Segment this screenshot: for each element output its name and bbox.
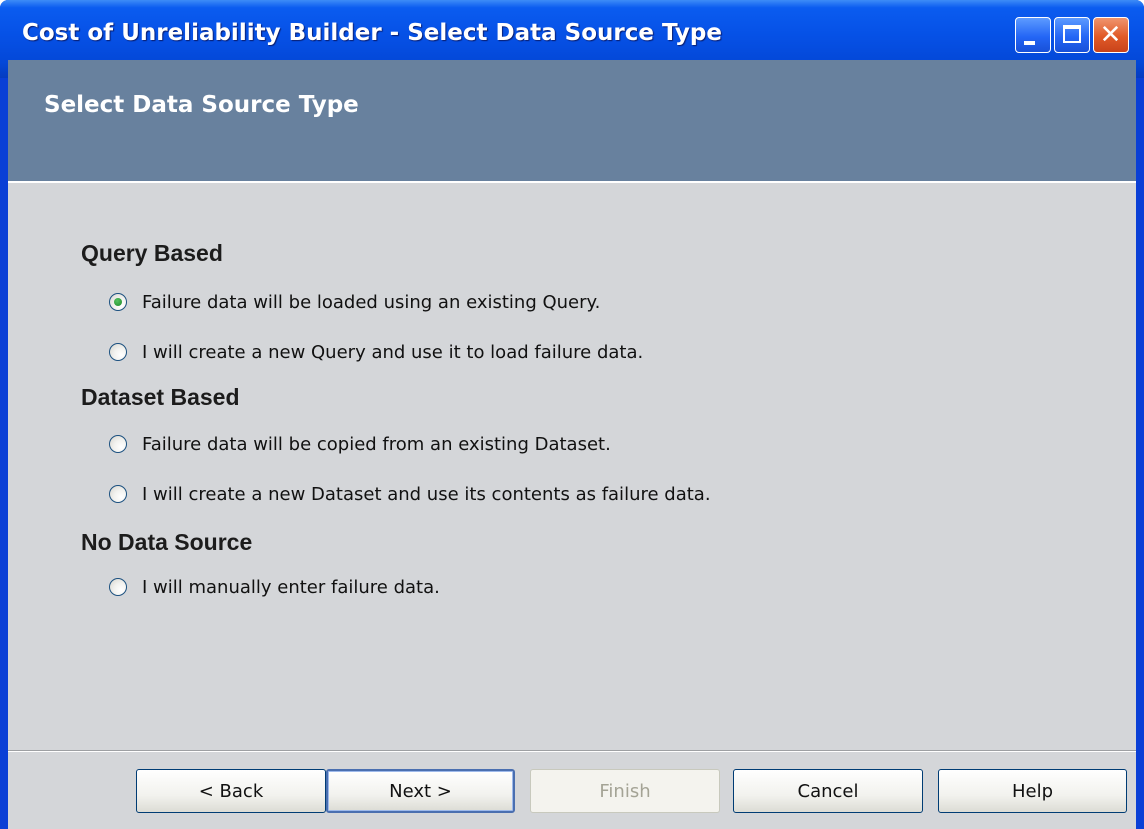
option-label: Failure data will be copied from an exis… (142, 433, 611, 455)
section-heading-query-based: Query Based (81, 240, 223, 266)
option-new-query[interactable]: I will create a new Query and use it to … (109, 339, 643, 365)
minimize-button[interactable] (1015, 17, 1051, 53)
option-manual-entry[interactable]: I will manually enter failure data. (109, 574, 440, 600)
option-label: I will create a new Query and use it to … (142, 341, 644, 363)
option-label: Failure data will be loaded using an exi… (142, 291, 601, 313)
maximize-button[interactable] (1054, 17, 1090, 53)
radio-button[interactable] (109, 485, 127, 503)
wizard-body: Select Data Source Type Query Based Fail… (8, 60, 1136, 829)
minimize-icon (1024, 41, 1035, 45)
radio-button[interactable] (109, 435, 127, 453)
radio-button[interactable] (109, 343, 127, 361)
maximize-icon (1063, 25, 1081, 43)
cancel-button[interactable]: Cancel (733, 769, 923, 813)
back-button[interactable]: < Back (136, 769, 326, 813)
window-controls: ✕ (1015, 17, 1129, 53)
close-icon: ✕ (1099, 19, 1122, 50)
section-heading-dataset-based: Dataset Based (81, 384, 240, 410)
next-button[interactable]: Next > (326, 769, 515, 813)
option-existing-dataset[interactable]: Failure data will be copied from an exis… (109, 431, 611, 457)
page-title: Select Data Source Type (44, 92, 359, 118)
option-label: I will manually enter failure data. (142, 576, 440, 598)
section-heading-no-data-source: No Data Source (81, 529, 253, 555)
window-title: Cost of Unreliability Builder - Select D… (22, 20, 722, 46)
option-existing-query[interactable]: Failure data will be loaded using an exi… (109, 289, 600, 315)
radio-button-checked[interactable] (109, 293, 127, 311)
wizard-window: Cost of Unreliability Builder - Select D… (0, 0, 1144, 829)
finish-button[interactable]: Finish (530, 769, 720, 813)
radio-button[interactable] (109, 578, 127, 596)
footer-divider (8, 750, 1136, 752)
option-new-dataset[interactable]: I will create a new Dataset and use its … (109, 481, 711, 507)
option-label: I will create a new Dataset and use its … (142, 483, 711, 505)
help-button[interactable]: Help (938, 769, 1127, 813)
close-button[interactable]: ✕ (1093, 17, 1129, 53)
wizard-header: Select Data Source Type (8, 60, 1136, 183)
